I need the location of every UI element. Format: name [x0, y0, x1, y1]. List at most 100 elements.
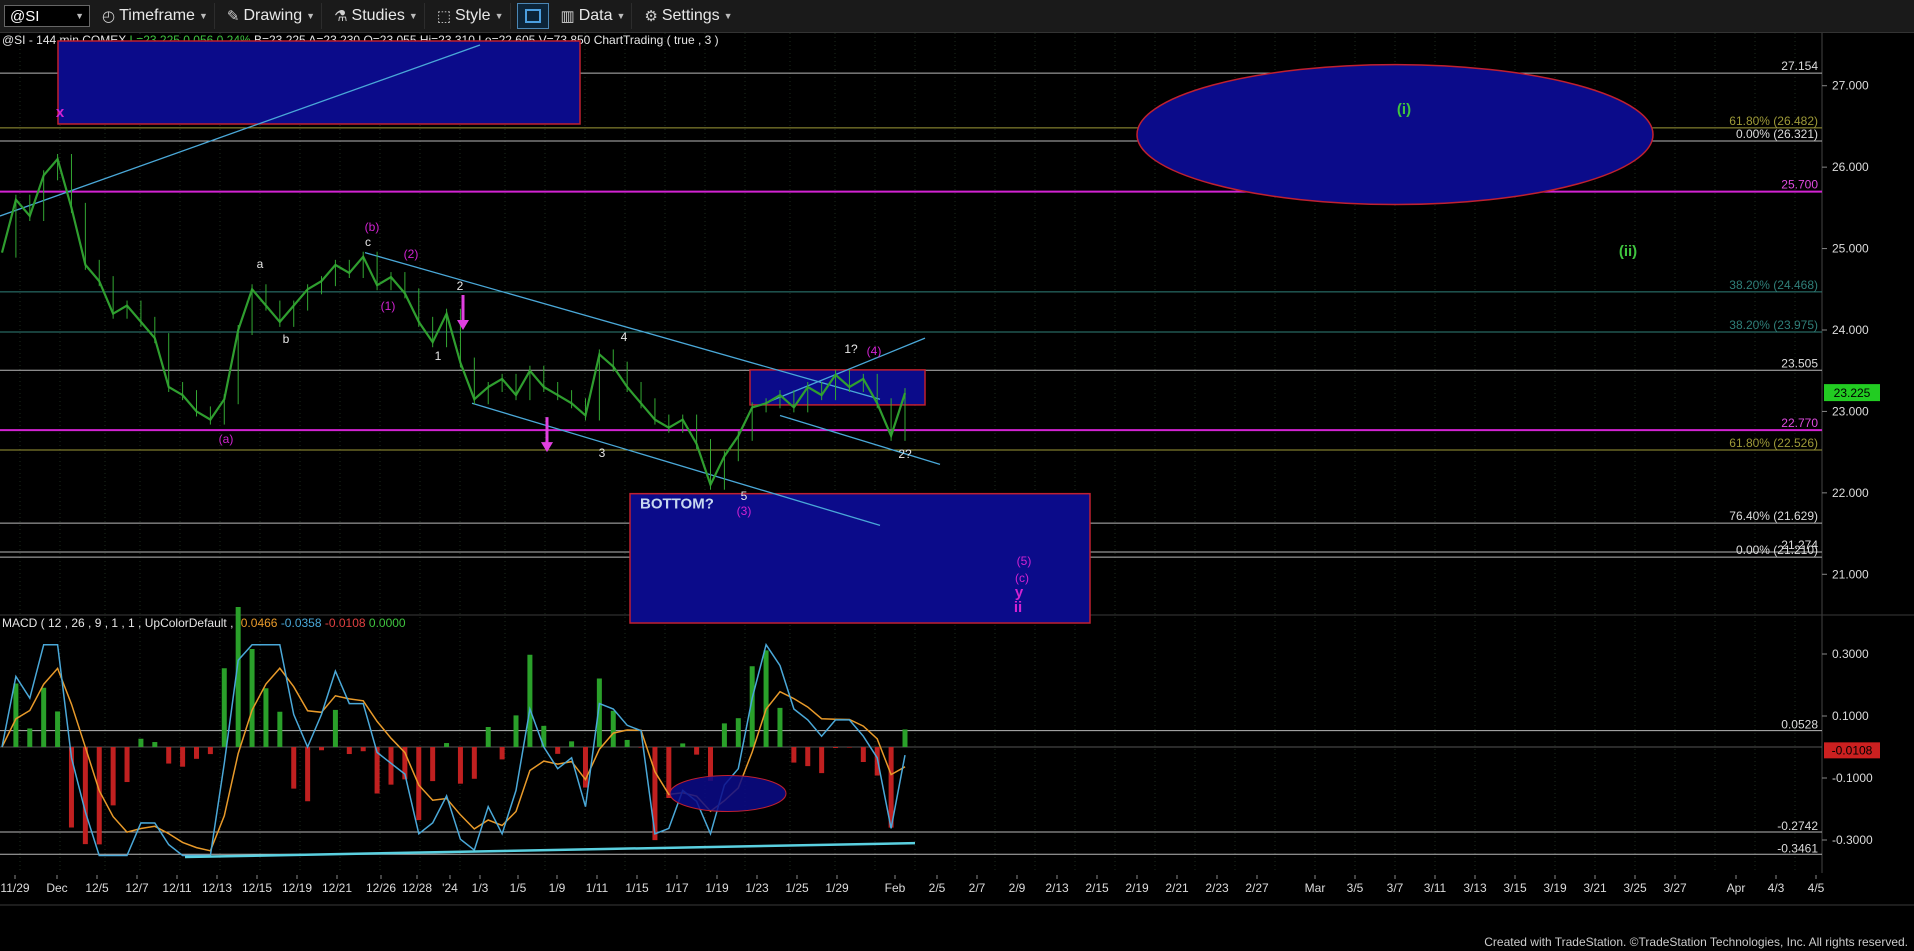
macd-level-label-1: -0.2742 — [1777, 819, 1818, 833]
settings-button[interactable]: ⚙ Settings ▼ — [638, 3, 738, 29]
bar-chart-icon: ▥ — [560, 8, 575, 25]
macd-level-label-2: -0.3461 — [1777, 841, 1818, 855]
wave-label-6: (2) — [404, 247, 419, 261]
timeframe-button[interactable]: ◴ Timeframe ▼ — [96, 3, 215, 29]
chevron-down-icon: ▼ — [616, 11, 626, 21]
macd-level-label-0: 0.0528 — [1781, 718, 1818, 732]
price-tick-label-6: 27.000 — [1832, 79, 1869, 93]
x-tick-label-41: 3/27 — [1663, 881, 1687, 895]
x-tick-label-37: 3/15 — [1503, 881, 1527, 895]
macd-field-1: -0.0466 — [237, 616, 281, 630]
price-tick-label-4: 25.000 — [1832, 242, 1869, 256]
chevron-down-icon: ▼ — [494, 11, 504, 21]
level-label-6: 23.505 — [1781, 356, 1818, 370]
chevron-down-icon: ▼ — [723, 11, 733, 21]
wave-label-16: 2? — [898, 447, 912, 461]
wave-label-12: 5 — [741, 489, 748, 503]
x-tick-label-29: 2/21 — [1165, 881, 1189, 895]
x-tick-label-34: 3/7 — [1387, 881, 1404, 895]
macd-tick-label-1: 0.1000 — [1832, 709, 1869, 723]
x-tick-label-32: Mar — [1305, 881, 1326, 895]
x-tick-label-10: 12/28 — [402, 881, 432, 895]
x-tick-label-6: 12/15 — [242, 881, 272, 895]
x-tick-label-18: 1/19 — [705, 881, 729, 895]
x-tick-label-13: 1/5 — [510, 881, 527, 895]
wave-label-22: (ii) — [1619, 243, 1637, 260]
macd-header-text: MACD ( 12 , 26 , 9 , 1 , 1 , UpColorDefa… — [2, 616, 406, 630]
wave-label-10: 4 — [621, 330, 628, 344]
level-label-7: 22.770 — [1781, 416, 1818, 430]
wave-label-14: 1? — [844, 342, 858, 356]
x-tick-label-21: 1/29 — [825, 881, 849, 895]
macd-tick-label-2: -0.1000 — [1832, 771, 1873, 785]
x-tick-label-30: 2/23 — [1205, 881, 1229, 895]
price-tick-label-0: 21.000 — [1832, 567, 1869, 581]
style-button[interactable]: ⬚ Style ▼ — [431, 3, 511, 29]
wave-label-8: 2 — [457, 279, 464, 293]
macd-divergence-ellipse — [669, 775, 787, 812]
wave-label-21: (i) — [1397, 101, 1411, 118]
data-button[interactable]: ▥ Data ▼ — [555, 3, 633, 29]
data-label: Data — [578, 7, 613, 24]
flask-icon: ⚗ — [334, 8, 348, 25]
price-tick-label-1: 22.000 — [1832, 486, 1869, 500]
level-label-8: 61.80% (22.526) — [1729, 436, 1818, 450]
drawing-button[interactable]: ✎ Drawing ▼ — [221, 3, 323, 29]
level-label-11: 0.00% (21.210) — [1736, 543, 1818, 557]
price-tick-label-3: 24.000 — [1832, 323, 1869, 337]
x-tick-label-43: 4/3 — [1768, 881, 1785, 895]
chevron-down-icon: ▼ — [75, 11, 84, 21]
gear-icon: ⚙ — [644, 8, 658, 25]
level-label-9: 76.40% (21.629) — [1729, 509, 1818, 523]
layout-icon — [524, 9, 541, 23]
wave-label-4: b — [283, 332, 290, 346]
wave-label-0: x — [56, 104, 65, 121]
level-label-2: 0.00% (26.321) — [1736, 127, 1818, 141]
symbol-input[interactable]: @SI ▼ — [4, 5, 90, 27]
x-tick-label-11: '24 — [442, 881, 458, 895]
studies-button[interactable]: ⚗ Studies ▼ — [328, 3, 425, 29]
bottom-annotation: BOTTOM? — [640, 496, 714, 513]
wave-label-11: 3 — [599, 446, 606, 460]
level-label-5: 38.20% (23.975) — [1729, 318, 1818, 332]
layout-toggle-button[interactable] — [516, 3, 549, 29]
x-tick-label-40: 3/25 — [1623, 881, 1647, 895]
style-label: Style — [455, 7, 491, 24]
level-label-4: 38.20% (24.468) — [1729, 278, 1818, 292]
level-label-0: 27.154 — [1781, 59, 1818, 73]
wave-label-5: (a) — [219, 432, 234, 446]
studies-label: Studies — [351, 7, 405, 24]
chevron-down-icon: ▼ — [306, 11, 316, 21]
wave-label-2: c — [365, 235, 371, 249]
x-tick-label-39: 3/21 — [1583, 881, 1607, 895]
wave-label-7: (1) — [381, 299, 396, 313]
price-tick-label-5: 26.000 — [1832, 160, 1869, 174]
x-tick-label-2: 12/5 — [85, 881, 109, 895]
x-tick-label-17: 1/17 — [665, 881, 689, 895]
pencil-icon: ✎ — [226, 8, 240, 25]
price-chart[interactable]: @SI - 144 min COMEX L=23.225 0.056 0.24%… — [0, 33, 1914, 928]
x-tick-label-0: 11/29 — [0, 881, 29, 895]
x-tick-label-19: 1/23 — [745, 881, 769, 895]
x-tick-label-7: 12/19 — [282, 881, 312, 895]
macd-field-0: MACD ( 12 , 26 , 9 , 1 , 1 , UpColorDefa… — [2, 616, 237, 630]
x-tick-label-8: 12/21 — [322, 881, 352, 895]
wave-label-20: ii — [1014, 599, 1022, 616]
symbol-value: @SI — [10, 7, 40, 25]
macd-tick-label-0: 0.3000 — [1832, 647, 1869, 661]
last-price-text: 23.225 — [1834, 386, 1871, 400]
macd-field-3: -0.0108 — [325, 616, 369, 630]
x-tick-label-33: 3/5 — [1347, 881, 1364, 895]
wave-label-13: (3) — [737, 504, 752, 518]
x-tick-label-20: 1/25 — [785, 881, 809, 895]
toolbar: @SI ▼ ◴ Timeframe ▼ ✎ Drawing ▼ ⚗ Studie… — [0, 0, 1914, 33]
x-tick-label-25: 2/9 — [1009, 881, 1026, 895]
x-tick-label-14: 1/9 — [549, 881, 566, 895]
footer-credit: Created with TradeStation. ©TradeStation… — [1484, 935, 1908, 949]
settings-label: Settings — [661, 7, 720, 24]
x-tick-label-36: 3/13 — [1463, 881, 1487, 895]
x-tick-label-1: Dec — [46, 881, 67, 895]
macd-field-2: -0.0358 — [281, 616, 325, 630]
chevron-down-icon: ▼ — [408, 11, 418, 21]
x-tick-label-44: 4/5 — [1808, 881, 1825, 895]
